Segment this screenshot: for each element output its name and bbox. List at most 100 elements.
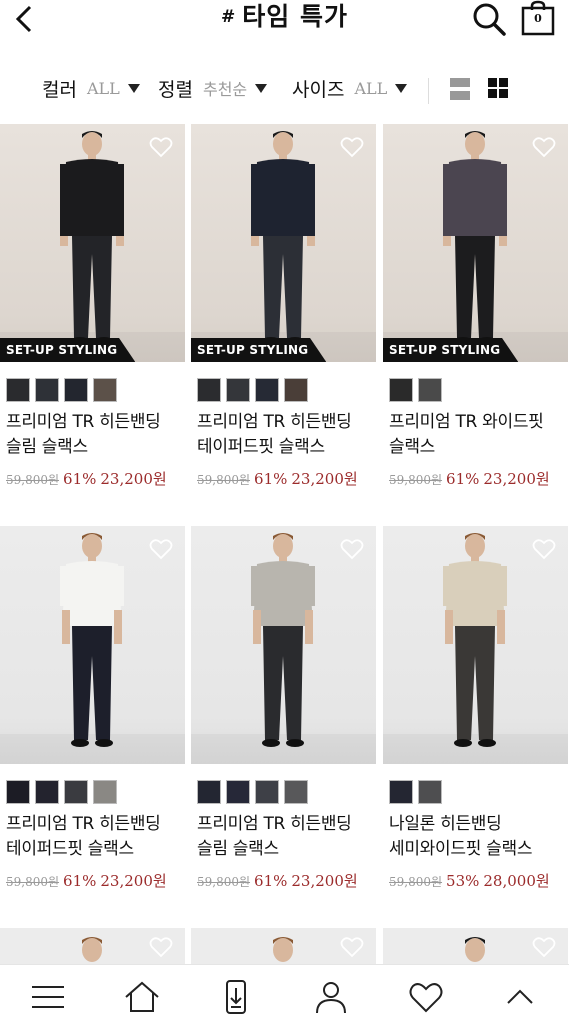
color-swatch[interactable]: [64, 780, 88, 804]
product-name[interactable]: 프리미엄 TR 히든밴딩테이퍼드핏 슬랙스: [197, 410, 379, 460]
product-name-line1: 프리미엄 TR 와이드핏: [389, 412, 544, 432]
caret-down-icon: [395, 83, 408, 93]
product-image[interactable]: SET-UP STYLING: [0, 124, 185, 362]
product-card[interactable]: 나일론 히든밴딩 세미와이드핏 슬랙스 59,800원 53% 28,000원: [383, 526, 568, 906]
color-swatch[interactable]: [6, 780, 30, 804]
list-view-icon[interactable]: [450, 78, 470, 100]
download-icon[interactable]: [216, 979, 256, 1015]
menu-icon[interactable]: [28, 979, 68, 1015]
cart-count: 0: [534, 12, 542, 25]
color-swatch[interactable]: [226, 780, 250, 804]
color-swatch[interactable]: [6, 378, 30, 402]
heart-icon[interactable]: [406, 979, 446, 1015]
wishlist-heart-icon[interactable]: [532, 936, 556, 958]
product-name[interactable]: 프리미엄 TR 히든밴딩 테이퍼드핏 슬랙스: [6, 812, 188, 862]
divider: [428, 78, 429, 104]
wishlist-heart-icon[interactable]: [340, 538, 364, 560]
wishlist-heart-icon[interactable]: [340, 136, 364, 158]
product-image-partial[interactable]: [383, 928, 568, 964]
wishlist-heart-icon[interactable]: [149, 538, 173, 560]
model-figure: [251, 131, 315, 345]
color-swatch[interactable]: [35, 780, 59, 804]
product-name-line1: 프리미엄 TR 히든밴딩: [6, 412, 161, 432]
price-row: 59,800원 61% 23,200원: [6, 870, 167, 891]
price-row: 59,800원 61% 23,200원: [6, 468, 167, 489]
wishlist-heart-icon[interactable]: [340, 936, 364, 958]
product-card[interactable]: 프리미엄 TR 히든밴딩 슬림 슬랙스 59,800원 61% 23,200원: [191, 526, 376, 906]
product-name-line1: 프리미엄 TR 히든밴딩: [197, 412, 352, 432]
color-swatches: [197, 378, 313, 402]
color-swatch[interactable]: [93, 378, 117, 402]
title-hash: #: [221, 7, 237, 27]
color-swatch[interactable]: [418, 780, 442, 804]
color-swatch[interactable]: [284, 378, 308, 402]
original-price: 59,800원: [6, 875, 60, 889]
color-swatch[interactable]: [389, 378, 413, 402]
cart-button[interactable]: 0: [520, 0, 556, 36]
color-swatches: [389, 378, 447, 402]
product-image-partial[interactable]: [191, 928, 376, 964]
color-swatch[interactable]: [93, 780, 117, 804]
setup-styling-badge: SET-UP STYLING: [383, 338, 519, 362]
filter-sort[interactable]: 정렬 추천순: [158, 74, 268, 102]
product-card[interactable]: SET-UP STYLING 프리미엄 TR 히든밴딩 슬림 슬랙스 59,800원 6…: [0, 124, 185, 504]
filter-color[interactable]: 컬러 ALL: [42, 74, 140, 102]
product-card[interactable]: SET-UP STYLING 프리미엄 TR 히든밴딩테이퍼드핏 슬랙스 59,80…: [191, 124, 376, 504]
product-card[interactable]: 프리미엄 TR 히든밴딩 테이퍼드핏 슬랙스 59,800원 61% 23,200원: [0, 526, 185, 906]
product-card[interactable]: SET-UP STYLING 프리미엄 TR 와이드핏 슬랙스 59,800원 61% 2…: [383, 124, 568, 504]
product-name-line2: 테이퍼드핏 슬랙스: [197, 437, 325, 457]
color-swatch[interactable]: [255, 378, 279, 402]
color-swatch[interactable]: [64, 378, 88, 402]
product-image-partial[interactable]: [0, 928, 185, 964]
discount-rate: 61%: [254, 872, 288, 890]
product-name[interactable]: 나일론 히든밴딩세미와이드핏 슬랙스: [389, 812, 569, 862]
product-name[interactable]: 프리미엄 TR 와이드핏 슬랙스: [389, 410, 569, 460]
price-row: 59,800원 61% 23,200원: [197, 468, 358, 489]
model-figure: [251, 533, 315, 747]
color-swatch[interactable]: [255, 780, 279, 804]
discount-rate: 61%: [446, 470, 480, 488]
original-price: 59,800원: [197, 875, 251, 889]
wishlist-heart-icon[interactable]: [532, 136, 556, 158]
color-swatch[interactable]: [226, 378, 250, 402]
product-image[interactable]: SET-UP STYLING: [383, 124, 568, 362]
product-image[interactable]: [191, 526, 376, 764]
wishlist-heart-icon[interactable]: [532, 538, 556, 560]
product-name[interactable]: 프리미엄 TR 히든밴딩 슬림 슬랙스: [197, 812, 379, 862]
color-swatch[interactable]: [418, 378, 442, 402]
product-name-line2: 세미와이드핏 슬랙스: [389, 839, 533, 859]
original-price: 59,800원: [6, 473, 60, 487]
color-swatch[interactable]: [197, 378, 221, 402]
chevron-up-icon[interactable]: [500, 979, 540, 1015]
color-swatch[interactable]: [35, 378, 59, 402]
wishlist-heart-icon[interactable]: [149, 936, 173, 958]
product-name-line1: 나일론 히든밴딩: [389, 814, 502, 834]
sale-price: 23,200원: [100, 872, 167, 890]
product-image[interactable]: SET-UP STYLING: [191, 124, 376, 362]
wishlist-heart-icon[interactable]: [149, 136, 173, 158]
model-figure: [60, 533, 124, 747]
color-swatch[interactable]: [389, 780, 413, 804]
filter-size[interactable]: 사이즈 ALL: [292, 74, 408, 102]
sale-price: 23,200원: [291, 470, 358, 488]
price-row: 59,800원 61% 23,200원: [389, 468, 550, 489]
product-name-line1: 프리미엄 TR 히든밴딩: [6, 814, 161, 834]
original-price: 59,800원: [197, 473, 251, 487]
grid-view-icon[interactable]: [488, 78, 508, 98]
color-swatches: [197, 780, 313, 804]
filter-label: 컬러: [42, 78, 77, 101]
color-swatch[interactable]: [284, 780, 308, 804]
product-name[interactable]: 프리미엄 TR 히든밴딩 슬림 슬랙스: [6, 410, 188, 460]
search-icon[interactable]: [472, 2, 506, 36]
sale-price: 28,000원: [483, 872, 550, 890]
product-image[interactable]: [383, 526, 568, 764]
home-icon[interactable]: [122, 979, 162, 1015]
user-icon[interactable]: [311, 979, 351, 1015]
color-swatch[interactable]: [197, 780, 221, 804]
bottom-nav: [0, 964, 569, 1024]
product-image[interactable]: [0, 526, 185, 764]
color-swatches: [389, 780, 447, 804]
original-price: 59,800원: [389, 875, 443, 889]
discount-rate: 61%: [63, 470, 97, 488]
sale-price: 23,200원: [291, 872, 358, 890]
